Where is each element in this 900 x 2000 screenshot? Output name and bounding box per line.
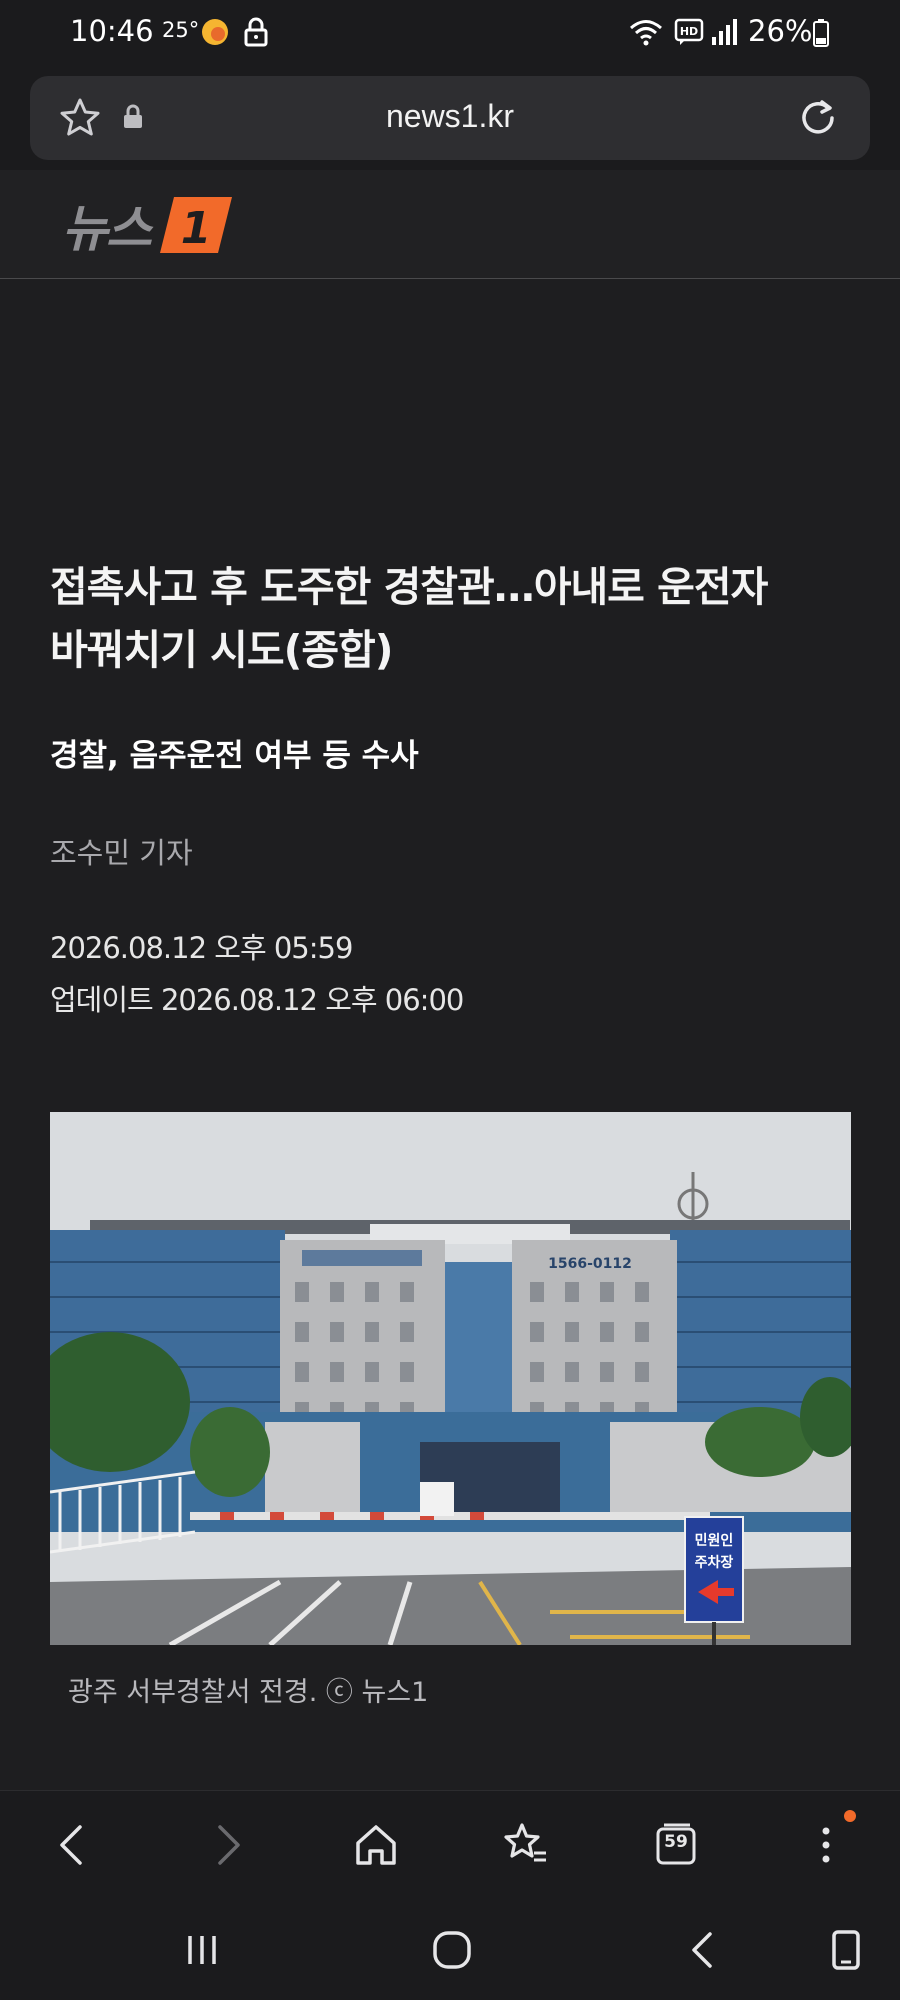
photo-parking-sign-line1: 민원인	[695, 1532, 734, 1549]
article-headline: 접촉사고 후 도주한 경찰관…아내로 운전자 바꿔치기 시도(종합)	[50, 556, 870, 682]
recent-apps-icon[interactable]	[176, 1924, 228, 1976]
browser-toolbar: 59	[0, 1790, 900, 1901]
browser-chrome: news1.kr	[0, 64, 900, 170]
menu-icon[interactable]	[800, 1819, 852, 1871]
wifi-icon	[630, 20, 662, 46]
logo-text: 뉴스	[62, 200, 152, 258]
system-nav-bar	[0, 1900, 900, 2000]
status-temperature: 25°	[162, 18, 200, 42]
article-subheadline: 경찰, 음주운전 여부 등 수사	[50, 738, 419, 774]
notification-dot	[844, 1810, 856, 1822]
url-text[interactable]: news1.kr	[30, 98, 870, 135]
address-bar[interactable]: news1.kr	[30, 76, 870, 160]
published-date: 2026.08.12 오후 05:59	[50, 931, 353, 965]
photo-parking-sign-line2: 주차장	[695, 1554, 734, 1571]
signal-icon	[712, 19, 737, 45]
site-header: 뉴스 1	[0, 170, 900, 279]
logo-mark-icon: 1	[160, 197, 232, 254]
hd-voice-icon: HD	[674, 18, 704, 45]
home-circle-icon[interactable]	[426, 1924, 478, 1976]
reload-icon[interactable]	[796, 96, 840, 140]
photo-caption: 광주 서부경찰서 전경. ⓒ 뉴스1	[68, 1677, 429, 1708]
site-logo[interactable]: 뉴스 1	[62, 190, 236, 260]
forward-icon[interactable]	[200, 1819, 252, 1871]
keyboard-icon[interactable]	[820, 1924, 872, 1976]
back-icon[interactable]	[48, 1819, 100, 1871]
police-station-photo: 1566-0112 민원인 주차장	[50, 1112, 851, 1645]
headline-line-1: 접촉사고 후 도주한 경찰관…아내로 운전자	[50, 563, 768, 611]
lock-icon	[244, 17, 268, 47]
battery-icon	[813, 19, 829, 47]
status-time: 10:46	[70, 14, 154, 48]
article-byline[interactable]: 조수민 기자	[50, 830, 193, 872]
article-dates: 2026.08.12 오후 05:59 업데이트 2026.08.12 오후 0…	[50, 922, 464, 1026]
tabs-button[interactable]: 59	[650, 1819, 702, 1871]
battery-percentage: 26%	[748, 14, 813, 48]
article-photo[interactable]: 1566-0112 민원인 주차장	[50, 1112, 851, 1645]
nav-back-icon[interactable]	[678, 1924, 730, 1976]
weather-icon	[202, 19, 228, 45]
logo-mark-text: 1	[181, 203, 212, 254]
updated-date: 업데이트 2026.08.12 오후 06:00	[50, 983, 464, 1017]
bookmarks-icon[interactable]	[500, 1819, 552, 1871]
headline-line-2: 바꿔치기 시도(종합)	[50, 626, 394, 674]
status-bar: 10:46 25° HD 26%	[0, 0, 900, 64]
home-icon[interactable]	[350, 1819, 402, 1871]
tabs-count: 59	[664, 1832, 688, 1852]
photo-phone-sign: 1566-0112	[548, 1256, 632, 1272]
svg-text:HD: HD	[680, 25, 698, 38]
